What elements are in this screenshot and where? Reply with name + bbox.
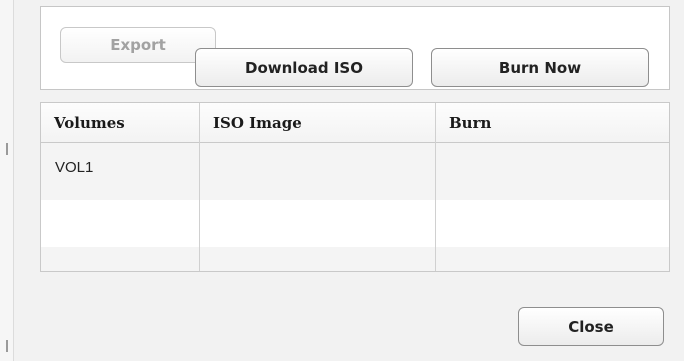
column-header-burn: Burn (449, 114, 492, 132)
export-button[interactable]: Export (60, 27, 216, 63)
close-button[interactable]: Close (518, 307, 664, 346)
page-left-edge (0, 0, 14, 361)
left-edge-marker (6, 340, 8, 352)
table-row-band (41, 247, 669, 271)
column-divider (199, 103, 200, 271)
column-header-iso-image: ISO Image (213, 114, 302, 132)
left-edge-marker (6, 143, 8, 155)
iso-dialog: Export Volumes ISO Image Burn VOL1 Downl… (14, 0, 684, 361)
download-iso-button[interactable]: Download ISO (195, 48, 413, 87)
column-header-volumes: Volumes (54, 114, 125, 132)
burn-now-button[interactable]: Burn Now (431, 48, 649, 87)
table-row-band (41, 143, 669, 200)
table-row-band (41, 200, 669, 247)
table-header-row: Volumes ISO Image Burn (41, 103, 669, 143)
volume-name-cell: VOL1 (55, 159, 94, 176)
iso-table: Volumes ISO Image Burn VOL1 (40, 102, 670, 272)
column-divider (435, 103, 436, 271)
